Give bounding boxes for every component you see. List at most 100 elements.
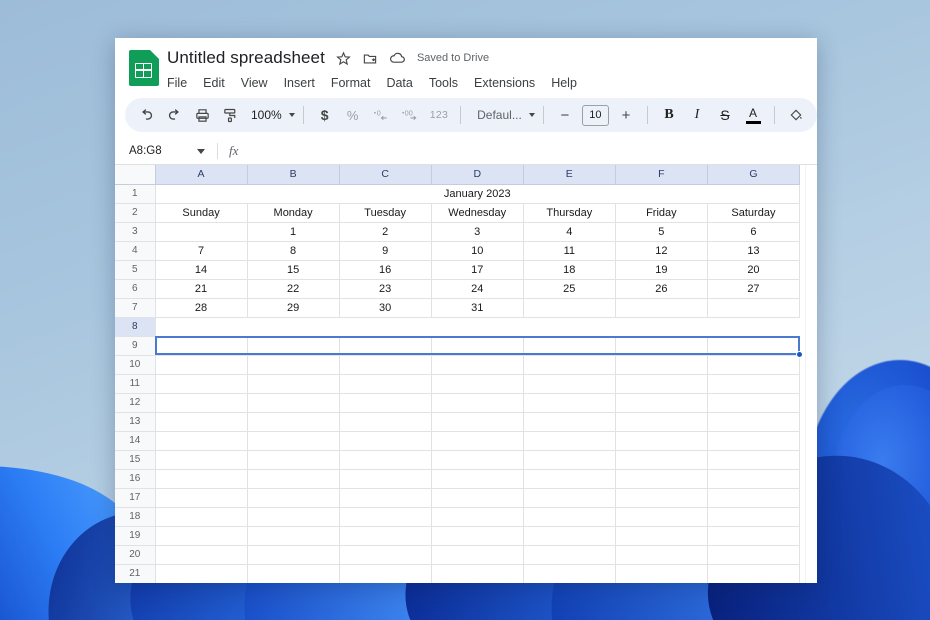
cell-C3[interactable]: 2 xyxy=(338,221,432,242)
cell-F10[interactable] xyxy=(614,354,708,375)
row-header-14[interactable]: 14 xyxy=(115,430,156,451)
cell-A12[interactable] xyxy=(154,392,248,413)
cell-D5[interactable]: 17 xyxy=(430,259,524,280)
font-size-input[interactable]: 10 xyxy=(581,104,609,126)
cell-F3[interactable]: 5 xyxy=(614,221,708,242)
increase-decimal-icon[interactable]: 00 xyxy=(397,101,424,129)
decrease-decimal-icon[interactable]: 0 xyxy=(368,101,395,129)
cell-C13[interactable] xyxy=(338,411,432,432)
cell-G15[interactable] xyxy=(706,449,801,470)
cell-C4[interactable]: 9 xyxy=(338,240,432,261)
cell-F16[interactable] xyxy=(614,468,708,489)
cell-B12[interactable] xyxy=(246,392,340,413)
decrease-font-size-button[interactable]: − xyxy=(552,101,578,129)
cell-C18[interactable] xyxy=(338,506,432,527)
cell-G14[interactable] xyxy=(706,430,801,451)
document-title[interactable]: Untitled spreadsheet xyxy=(167,48,325,68)
column-header-b[interactable]: B xyxy=(246,165,340,185)
menu-item-format[interactable]: Format xyxy=(331,76,371,90)
zoom-level-button[interactable]: 100% xyxy=(245,101,284,129)
cell-A16[interactable] xyxy=(154,468,248,489)
menu-item-view[interactable]: View xyxy=(241,76,268,90)
paint-format-icon[interactable] xyxy=(217,101,243,129)
cell-D7[interactable]: 31 xyxy=(430,297,524,318)
cell-E11[interactable] xyxy=(522,373,616,394)
cell-D4[interactable]: 10 xyxy=(430,240,524,261)
cell-D6[interactable]: 24 xyxy=(430,278,524,299)
cell-B9[interactable] xyxy=(246,335,340,356)
row-header-15[interactable]: 15 xyxy=(115,449,156,470)
cell-C5[interactable]: 16 xyxy=(338,259,432,280)
cell-F12[interactable] xyxy=(614,392,708,413)
cell-G13[interactable] xyxy=(706,411,801,432)
row-header-11[interactable]: 11 xyxy=(115,373,156,394)
cell-E15[interactable] xyxy=(522,449,616,470)
formula-input[interactable] xyxy=(238,138,817,164)
row-header-12[interactable]: 12 xyxy=(115,392,156,413)
cell-F7[interactable] xyxy=(614,297,708,318)
move-to-folder-icon[interactable] xyxy=(362,51,378,66)
percent-format-button[interactable]: % xyxy=(340,101,366,129)
cell-A14[interactable] xyxy=(154,430,248,451)
cell-B19[interactable] xyxy=(246,525,340,546)
row-header-4[interactable]: 4 xyxy=(115,240,156,261)
row-header-19[interactable]: 19 xyxy=(115,525,156,546)
print-icon[interactable] xyxy=(189,101,215,129)
cell-G7[interactable] xyxy=(706,297,801,318)
row-header-5[interactable]: 5 xyxy=(115,259,156,280)
menu-item-insert[interactable]: Insert xyxy=(284,76,315,90)
menu-item-data[interactable]: Data xyxy=(386,76,412,90)
cell-G19[interactable] xyxy=(706,525,801,546)
cell-E4[interactable]: 11 xyxy=(522,240,616,261)
column-header-g[interactable]: G xyxy=(706,165,801,185)
cell-B10[interactable] xyxy=(246,354,340,375)
redo-icon[interactable] xyxy=(161,101,187,129)
cell-A13[interactable] xyxy=(154,411,248,432)
cell-C20[interactable] xyxy=(338,544,432,565)
cell-A6[interactable]: 21 xyxy=(154,278,248,299)
cell-A11[interactable] xyxy=(154,373,248,394)
row-header-1[interactable]: 1 xyxy=(115,183,156,204)
cell-A8[interactable] xyxy=(155,317,247,336)
cell-F21[interactable] xyxy=(614,563,708,583)
cell-F17[interactable] xyxy=(614,487,708,508)
text-color-button[interactable]: A xyxy=(740,101,766,129)
cell-A19[interactable] xyxy=(154,525,248,546)
cell-E6[interactable]: 25 xyxy=(522,278,616,299)
selection-fill-handle[interactable] xyxy=(796,351,803,358)
cell-E5[interactable]: 18 xyxy=(522,259,616,280)
cell-C9[interactable] xyxy=(338,335,432,356)
cell-A2[interactable]: Sunday xyxy=(154,202,248,223)
cell-A4[interactable]: 7 xyxy=(154,240,248,261)
cell-G3[interactable]: 6 xyxy=(706,221,801,242)
name-box[interactable]: A8:G8 xyxy=(125,145,197,157)
cell-E7[interactable] xyxy=(522,297,616,318)
row-header-16[interactable]: 16 xyxy=(115,468,156,489)
row-header-3[interactable]: 3 xyxy=(115,221,156,242)
row-header-21[interactable]: 21 xyxy=(115,563,156,583)
cell-E20[interactable] xyxy=(522,544,616,565)
cell-C8[interactable] xyxy=(339,317,431,336)
strikethrough-button[interactable]: S xyxy=(712,101,738,129)
cell-G11[interactable] xyxy=(706,373,801,394)
cell-F19[interactable] xyxy=(614,525,708,546)
cell-G5[interactable]: 20 xyxy=(706,259,801,280)
column-header-f[interactable]: F xyxy=(614,165,708,185)
cell-F13[interactable] xyxy=(614,411,708,432)
cell-C7[interactable]: 30 xyxy=(338,297,432,318)
cell-F18[interactable] xyxy=(614,506,708,527)
cell-B6[interactable]: 22 xyxy=(246,278,340,299)
cell-A9[interactable] xyxy=(154,335,248,356)
cell-D13[interactable] xyxy=(430,411,524,432)
menu-item-file[interactable]: File xyxy=(167,76,187,90)
cell-C10[interactable] xyxy=(338,354,432,375)
menu-item-extensions[interactable]: Extensions xyxy=(474,76,535,90)
cell-C15[interactable] xyxy=(338,449,432,470)
cell-B16[interactable] xyxy=(246,468,340,489)
cell-B3[interactable]: 1 xyxy=(246,221,340,242)
vertical-scrollbar[interactable] xyxy=(805,165,817,583)
cell-E3[interactable]: 4 xyxy=(522,221,616,242)
cell-C2[interactable]: Tuesday xyxy=(338,202,432,223)
row-header-20[interactable]: 20 xyxy=(115,544,156,565)
cell-E8[interactable] xyxy=(523,317,615,336)
